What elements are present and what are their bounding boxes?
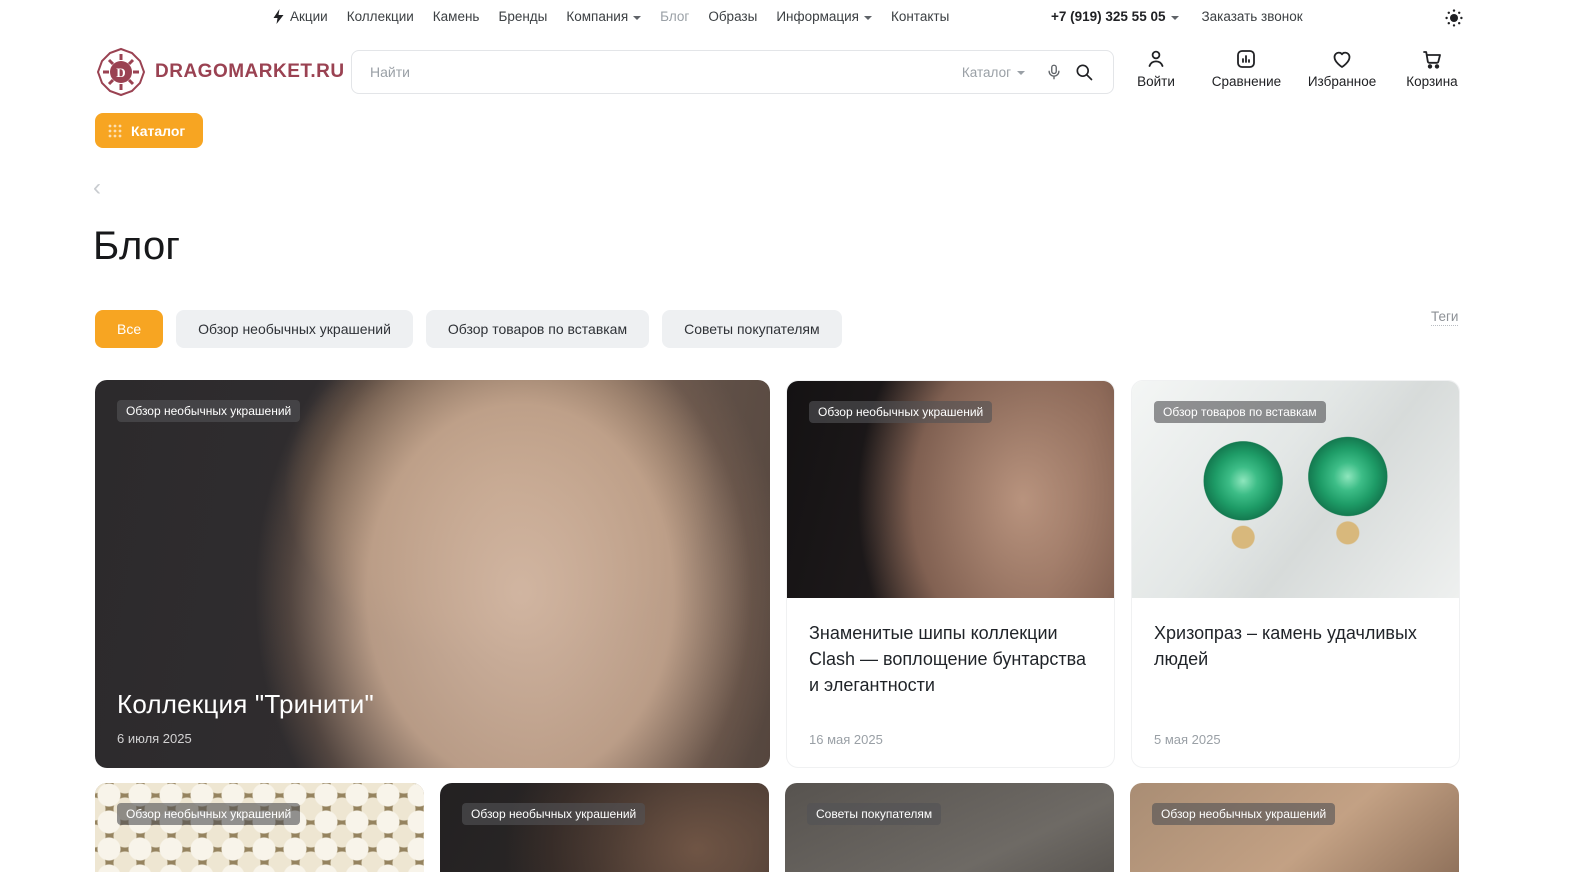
blog-card-title: Хризопраз – камень удачливых людей (1154, 620, 1437, 672)
nav-item-brendy[interactable]: Бренды (498, 9, 547, 24)
blog-card-image (440, 783, 769, 872)
logo-text: DRAGOMARKET.RU (155, 61, 345, 83)
theme-toggle-sun-icon[interactable] (1444, 8, 1464, 28)
grid-dots-icon (107, 123, 123, 139)
header-actions: Войти Сравнение Избранное Корзина (1127, 47, 1461, 89)
blog-card-title: Коллекция "Тринити" (117, 689, 374, 720)
logo[interactable]: D DRAGOMARKET.RU (95, 46, 345, 98)
category-badge: Советы покупателям (807, 803, 941, 825)
nav-item-kontakty[interactable]: Контакты (891, 9, 949, 24)
blog-filters: Все Обзор необычных украшений Обзор това… (95, 310, 842, 348)
page-title: Блог (93, 224, 180, 269)
blog-card-image: Обзор товаров по вставкам (1132, 381, 1459, 598)
nav-label: Акции (290, 9, 328, 24)
chevron-down-icon (1017, 71, 1025, 75)
blog-card-image (785, 783, 1114, 872)
blog-card-mens-jewelry[interactable]: Обзор необычных украшений (440, 783, 769, 872)
blog-cards-row-1: Обзор необычных украшений Коллекция "Три… (95, 380, 1460, 768)
lightning-icon (272, 9, 285, 24)
search-icon[interactable] (1069, 57, 1099, 87)
blog-page: Акции Коллекции Камень Бренды Компания Б… (0, 0, 1576, 872)
category-badge: Обзор необычных украшений (117, 803, 300, 825)
callback-link[interactable]: Заказать звонок (1201, 9, 1302, 24)
chevron-down-icon (864, 16, 872, 20)
blog-card-body: Хризопраз – камень удачливых людей 5 мая… (1132, 598, 1459, 767)
logo-emblem-icon: D (95, 46, 147, 98)
blog-card-chrysoprase[interactable]: Обзор товаров по вставкам Хризопраз – ка… (1131, 380, 1460, 768)
favorites-button[interactable]: Избранное (1308, 47, 1376, 89)
nav-item-akcii[interactable]: Акции (272, 9, 328, 24)
filter-unusual-jewelry[interactable]: Обзор необычных украшений (176, 310, 413, 348)
blog-card-date: 16 мая 2025 (809, 732, 883, 747)
nav-item-blog[interactable]: Блог (660, 9, 689, 24)
user-icon (1144, 47, 1168, 71)
blog-cards-row-2: Обзор необычных украшений Обзор необычны… (95, 783, 1459, 872)
blog-card-pearls[interactable]: Обзор необычных украшений (95, 783, 424, 872)
nav-item-kollekcii[interactable]: Коллекции (347, 9, 414, 24)
filter-by-inserts[interactable]: Обзор товаров по вставкам (426, 310, 649, 348)
blog-card-date: 5 мая 2025 (1154, 732, 1221, 747)
microphone-icon[interactable] (1039, 57, 1069, 87)
category-badge: Обзор необычных украшений (1152, 803, 1335, 825)
blog-card-date: 6 июля 2025 (117, 731, 192, 746)
compare-button[interactable]: Сравнение (1212, 47, 1281, 89)
category-badge: Обзор необычных украшений (809, 401, 992, 423)
nav-item-kamen[interactable]: Камень (433, 9, 480, 24)
nav-item-obrazy[interactable]: Образы (708, 9, 757, 24)
category-badge: Обзор товаров по вставкам (1154, 401, 1326, 423)
nav-item-kompaniya[interactable]: Компания (566, 9, 641, 24)
blog-card-image (95, 783, 424, 872)
chevron-down-icon (633, 16, 641, 20)
cart-button[interactable]: Корзина (1403, 47, 1461, 89)
blog-card-buyer-tips[interactable]: Советы покупателям (785, 783, 1114, 872)
search-bar: Каталог (351, 50, 1114, 94)
blog-card-clash[interactable]: Обзор необычных украшений Знаменитые шип… (786, 380, 1115, 768)
catalog-button[interactable]: Каталог (95, 113, 203, 148)
phone-number[interactable]: +7 (919) 325 55 05 (1051, 9, 1179, 24)
search-input[interactable] (370, 64, 962, 80)
tags-link[interactable]: Теги (1431, 309, 1458, 326)
blog-card-body: Знаменитые шипы коллекции Clash — воплощ… (787, 598, 1114, 767)
blog-card-trinity[interactable]: Обзор необычных украшений Коллекция "Три… (95, 380, 770, 768)
heart-icon (1330, 47, 1354, 71)
svg-text:D: D (116, 65, 125, 80)
blog-card-image: Обзор необычных украшений (787, 381, 1114, 598)
cart-icon (1420, 47, 1444, 71)
login-button[interactable]: Войти (1127, 47, 1185, 89)
filter-buyer-tips[interactable]: Советы покупателям (662, 310, 842, 348)
chevron-down-icon (1171, 16, 1179, 20)
blog-card-title: Знаменитые шипы коллекции Clash — воплощ… (809, 620, 1092, 698)
blog-card-image (1130, 783, 1459, 872)
search-category-dropdown[interactable]: Каталог (962, 65, 1025, 80)
category-badge: Обзор необычных украшений (117, 400, 300, 422)
compare-icon (1234, 47, 1258, 71)
phone-group: +7 (919) 325 55 05 Заказать звонок (1051, 9, 1303, 24)
filter-all[interactable]: Все (95, 310, 163, 348)
blog-card-stone-earrings[interactable]: Обзор необычных украшений (1130, 783, 1459, 872)
nav-item-informaciya[interactable]: Информация (776, 9, 872, 24)
top-nav: Акции Коллекции Камень Бренды Компания Б… (272, 9, 949, 24)
back-button[interactable]: ‹ (93, 176, 101, 200)
category-badge: Обзор необычных украшений (462, 803, 645, 825)
